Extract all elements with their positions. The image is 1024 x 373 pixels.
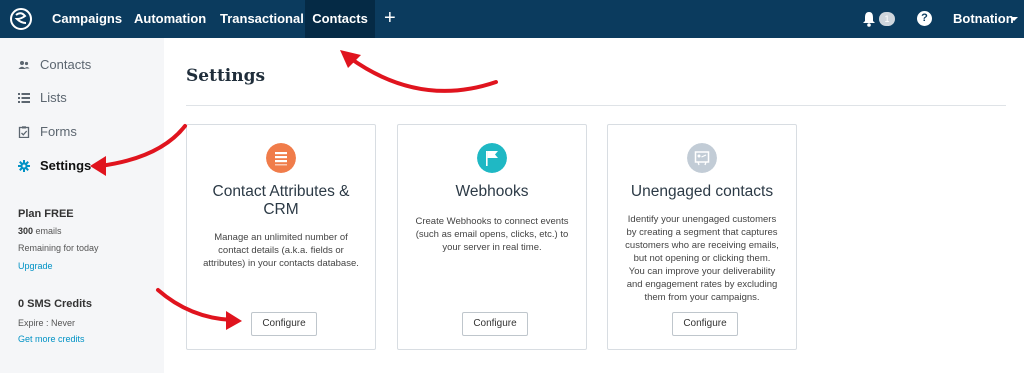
nav-contacts[interactable]: Contacts (305, 0, 375, 38)
card-desc-line: (such as email opens, clicks, etc.) to (415, 229, 569, 240)
plan-remaining: Remaining for today (18, 243, 99, 253)
clipboard-icon (18, 126, 30, 138)
gear-icon (18, 160, 30, 172)
sidebar-item-label: Settings (40, 158, 92, 173)
card-desc-line: and engagement rates by excluding (626, 279, 778, 290)
sidebar-item-label: Contacts (40, 57, 92, 72)
card-title-line2: CRM (263, 201, 299, 218)
help-icon[interactable]: ? (917, 11, 932, 26)
card-description: Identify your unengaged customers by cre… (612, 213, 792, 304)
card-desc-line: Manage an unlimited number of (214, 232, 348, 243)
configure-button[interactable]: Configure (462, 312, 528, 336)
card-desc-line: You can improve your deliverability (628, 266, 776, 277)
brand-logo-icon[interactable] (8, 6, 34, 32)
nav-automation[interactable]: Automation (134, 0, 206, 38)
card-title: Unengaged contacts (630, 183, 774, 200)
card-desc-line: them from your campaigns. (644, 292, 760, 303)
user-menu[interactable]: Botnation (953, 0, 1014, 38)
card-desc-line: Identify your unengaged customers (627, 214, 777, 225)
card-desc-line: by creating a segment that captures (626, 227, 778, 238)
add-icon[interactable]: + (384, 0, 396, 38)
presentation-icon (687, 143, 717, 173)
card-description: Create Webhooks to connect events (such … (402, 215, 582, 254)
card-desc-line: but not opening or clicking them. (633, 253, 771, 264)
page-title: Settings (186, 66, 266, 86)
people-icon (18, 61, 30, 69)
card-desc-line: contact details (a.k.a. fields or (218, 245, 344, 256)
plan-title: Plan FREE (18, 208, 74, 220)
configure-button[interactable]: Configure (672, 312, 738, 336)
flag-icon (477, 143, 507, 173)
card-desc-line: Create Webhooks to connect events (415, 216, 569, 227)
sms-expire: Expire : Never (18, 318, 76, 328)
nav-campaigns[interactable]: Campaigns (52, 0, 122, 38)
configure-button[interactable]: Configure (251, 312, 317, 336)
sidebar-item-label: Forms (40, 124, 77, 139)
list-icon (18, 93, 30, 103)
sidebar-item-label: Lists (40, 90, 67, 105)
card-webhooks: Webhooks Create Webhooks to connect even… (397, 124, 587, 350)
upgrade-link[interactable]: Upgrade (18, 261, 53, 271)
plan-emails: 300 emails (18, 226, 62, 236)
card-description: Manage an unlimited number of contact de… (191, 231, 371, 270)
plan-email-unit: emails (35, 226, 62, 236)
chevron-down-icon[interactable] (1010, 17, 1018, 21)
nav-transactional[interactable]: Transactional (220, 0, 304, 38)
card-unengaged-contacts: Unengaged contacts Identify your unengag… (607, 124, 797, 350)
annotation-arrowhead (340, 50, 361, 68)
get-more-credits-link[interactable]: Get more credits (18, 334, 85, 344)
card-title: Webhooks (455, 183, 529, 200)
notification-badge: 1 (879, 12, 895, 26)
sms-credits-title: 0 SMS Credits (18, 298, 92, 310)
sidebar: Contacts Lists Forms Settings Plan FREE … (0, 38, 164, 373)
top-navigation-bar: Campaigns Automation Transactional Conta… (0, 0, 1024, 38)
divider (186, 105, 1006, 106)
card-contact-attributes: Contact Attributes & CRM Manage an unlim… (186, 124, 376, 350)
list-icon (266, 143, 296, 173)
annotation-arrow (348, 56, 498, 93)
bell-icon[interactable] (862, 11, 876, 27)
card-title-line1: Contact Attributes & (212, 183, 350, 200)
card-desc-line: your server in real time. (442, 242, 542, 253)
card-desc-line: customers who are receiving emails, (625, 240, 779, 251)
plan-email-count: 300 (18, 226, 34, 236)
card-desc-line: attributes) in your contacts database. (203, 258, 359, 269)
